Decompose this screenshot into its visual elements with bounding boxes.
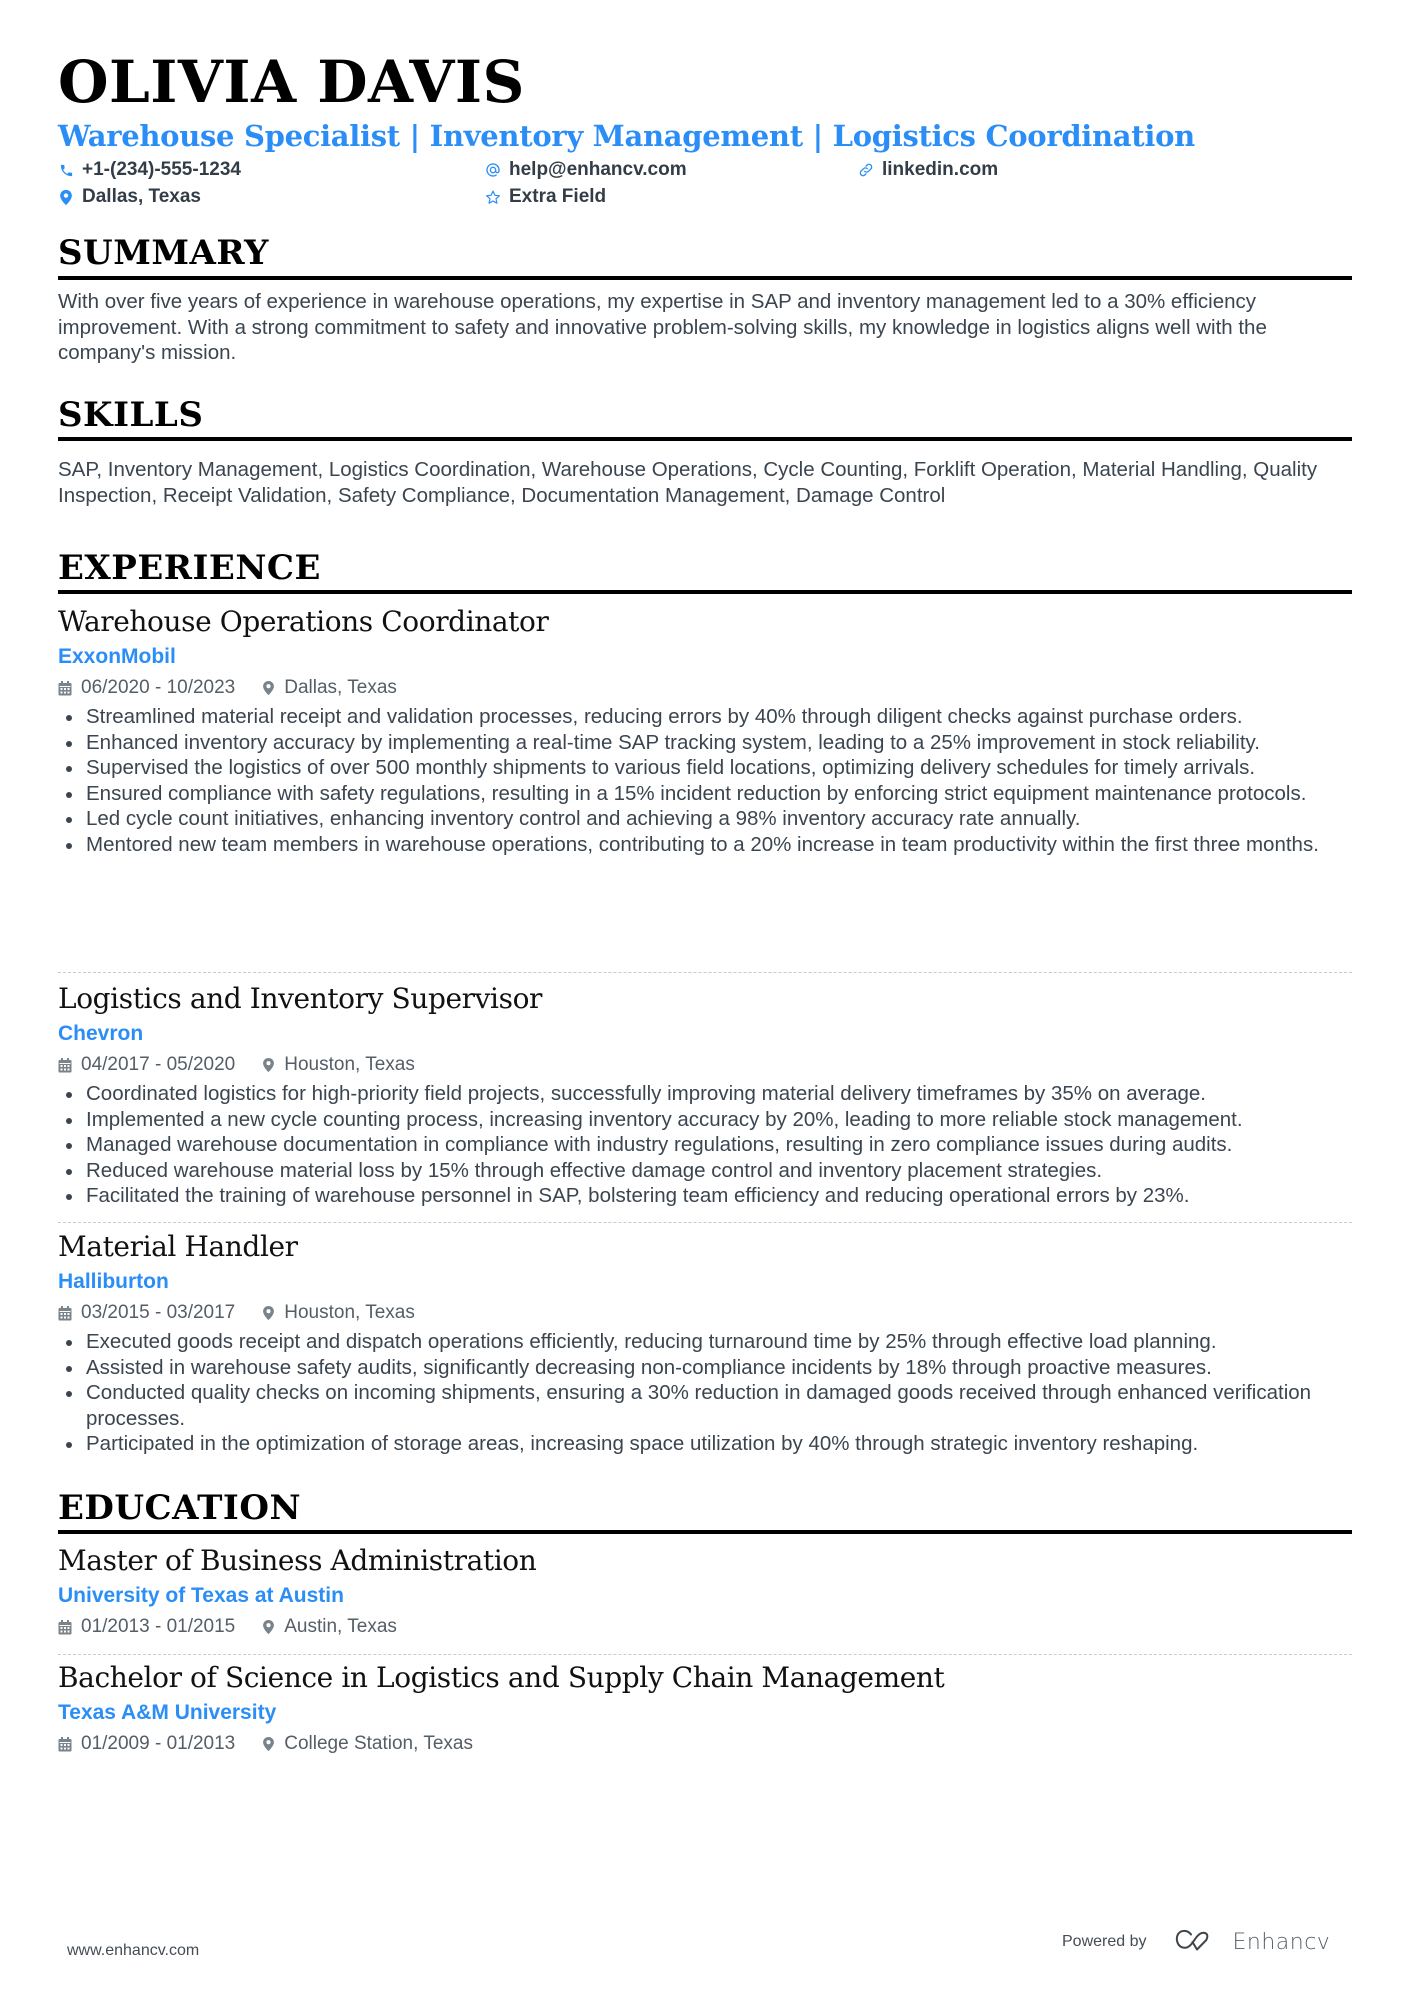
bullet-item: Supervised the logistics of over 500 mon… xyxy=(58,755,1352,781)
bullet-item: Enhanced inventory accuracy by implement… xyxy=(58,730,1352,756)
bullet-item: Streamlined material receipt and validat… xyxy=(58,704,1352,730)
contact-extra: Extra Field xyxy=(485,184,606,210)
school-name: University of Texas at Austin xyxy=(58,1584,344,1607)
map-pin-icon xyxy=(261,680,275,696)
linkedin-url: linkedin.com xyxy=(882,159,999,180)
company-name: Halliburton xyxy=(58,1270,169,1293)
map-pin-icon xyxy=(261,1057,275,1073)
bullet-item: Participated in the optimization of stor… xyxy=(58,1431,1352,1457)
entry-divider xyxy=(58,972,1352,973)
company-name: Chevron xyxy=(58,1022,144,1045)
candidate-name: OLIVIA DAVIS xyxy=(58,48,525,116)
degree-title: Bachelor of Science in Logistics and Sup… xyxy=(58,1661,945,1694)
job-bullets: Coordinated logistics for high-priority … xyxy=(58,1081,1352,1209)
education-entry: Bachelor of Science in Logistics and Sup… xyxy=(58,1660,1352,1757)
entry-divider xyxy=(58,1654,1352,1655)
powered-by-label: Powered by xyxy=(1062,1933,1147,1950)
job-dates: 04/2017 - 05/2020 xyxy=(81,1054,236,1075)
experience-rule xyxy=(58,590,1352,594)
map-pin-icon xyxy=(58,189,74,205)
phone-number: +1-(234)-555-1234 xyxy=(82,159,241,180)
at-icon xyxy=(485,162,501,178)
contact-phone[interactable]: +1-(234)-555-1234 xyxy=(58,157,241,183)
map-pin-icon xyxy=(261,1305,275,1321)
job-meta: 03/2015 - 03/2017 Houston, Texas xyxy=(58,1300,1352,1326)
enhancv-logo-icon xyxy=(1175,1928,1233,1957)
education-meta: 01/2009 - 01/2013 College Station, Texas xyxy=(58,1731,1352,1757)
calendar-icon xyxy=(58,1057,72,1073)
job-bullets: Executed goods receipt and dispatch oper… xyxy=(58,1329,1352,1457)
email-address: help@enhancv.com xyxy=(509,159,687,180)
job-meta: 06/2020 - 10/2023 Dallas, Texas xyxy=(58,675,1352,701)
experience-entry: Warehouse Operations Coordinator ExxonMo… xyxy=(58,604,1352,858)
job-title: Logistics and Inventory Supervisor xyxy=(58,982,543,1015)
calendar-icon xyxy=(58,1619,72,1635)
phone-icon xyxy=(58,162,74,178)
job-title: Material Handler xyxy=(58,1230,298,1263)
job-title: Warehouse Operations Coordinator xyxy=(58,605,549,638)
map-pin-icon xyxy=(261,1619,275,1635)
location-text: Dallas, Texas xyxy=(82,186,202,207)
education-dates: 01/2009 - 01/2013 xyxy=(81,1733,236,1754)
calendar-icon xyxy=(58,680,72,696)
job-bullets: Streamlined material receipt and validat… xyxy=(58,704,1352,858)
skills-text: SAP, Inventory Management, Logistics Coo… xyxy=(58,458,1318,507)
bullet-item: Implemented a new cycle counting process… xyxy=(58,1107,1352,1133)
education-location: Austin, Texas xyxy=(284,1616,397,1637)
bullet-item: Ensured compliance with safety regulatio… xyxy=(58,781,1352,807)
bullet-item: Managed warehouse documentation in compl… xyxy=(58,1132,1352,1158)
job-location: Houston, Texas xyxy=(284,1054,415,1075)
job-location: Dallas, Texas xyxy=(284,677,397,698)
footer-branding[interactable]: Powered by Enhancv xyxy=(1062,1928,1330,1956)
education-rule xyxy=(58,1530,1352,1534)
bullet-item: Led cycle count initiatives, enhancing i… xyxy=(58,806,1352,832)
job-meta: 04/2017 - 05/2020 Houston, Texas xyxy=(58,1052,1352,1078)
job-dates: 06/2020 - 10/2023 xyxy=(81,677,236,698)
bullet-item: Facilitated the training of warehouse pe… xyxy=(58,1183,1352,1209)
candidate-headline: Warehouse Specialist | Inventory Managem… xyxy=(58,119,1195,153)
bullet-item: Reduced warehouse material loss by 15% t… xyxy=(58,1158,1352,1184)
bullet-item: Assisted in warehouse safety audits, sig… xyxy=(58,1355,1352,1381)
bullet-item: Executed goods receipt and dispatch oper… xyxy=(58,1329,1352,1355)
summary-text: With over five years of experience in wa… xyxy=(58,290,1267,365)
enhancv-brand-name: Enhancv xyxy=(1232,1929,1331,1955)
extra-field-text: Extra Field xyxy=(509,186,607,207)
education-location: College Station, Texas xyxy=(284,1733,473,1754)
bullet-item: Conducted quality checks on incoming shi… xyxy=(58,1380,1352,1431)
summary-rule xyxy=(58,276,1352,280)
school-name: Texas A&M University xyxy=(58,1701,277,1724)
bullet-item: Mentored new team members in warehouse o… xyxy=(58,832,1352,858)
skills-heading: SKILLS xyxy=(58,395,204,435)
contact-email[interactable]: help@enhancv.com xyxy=(485,157,687,183)
job-location: Houston, Texas xyxy=(284,1302,415,1323)
education-meta: 01/2013 - 01/2015 Austin, Texas xyxy=(58,1614,1352,1640)
experience-heading: EXPERIENCE xyxy=(58,548,321,588)
contact-linkedin[interactable]: linkedin.com xyxy=(858,157,998,183)
contact-info: +1-(234)-555-1234 help@enhancv.com linke… xyxy=(58,157,1352,213)
education-entry: Master of Business Administration Univer… xyxy=(58,1543,1352,1640)
calendar-icon xyxy=(58,1305,72,1321)
experience-entry: Material Handler Halliburton 03/2015 - 0… xyxy=(58,1229,1352,1457)
link-icon xyxy=(858,162,874,178)
experience-entry: Logistics and Inventory Supervisor Chevr… xyxy=(58,981,1352,1209)
footer-website-link[interactable]: www.enhancv.com xyxy=(67,1942,199,1960)
company-name: ExxonMobil xyxy=(58,645,176,668)
bullet-item: Coordinated logistics for high-priority … xyxy=(58,1081,1352,1107)
entry-divider xyxy=(58,1222,1352,1223)
summary-heading: SUMMARY xyxy=(58,233,269,273)
degree-title: Master of Business Administration xyxy=(58,1544,537,1577)
skills-rule xyxy=(58,437,1352,441)
map-pin-icon xyxy=(261,1736,275,1752)
contact-location: Dallas, Texas xyxy=(58,184,201,210)
star-icon xyxy=(485,189,501,205)
job-dates: 03/2015 - 03/2017 xyxy=(81,1302,236,1323)
calendar-icon xyxy=(58,1736,72,1752)
education-dates: 01/2013 - 01/2015 xyxy=(81,1616,236,1637)
education-heading: EDUCATION xyxy=(58,1488,302,1528)
